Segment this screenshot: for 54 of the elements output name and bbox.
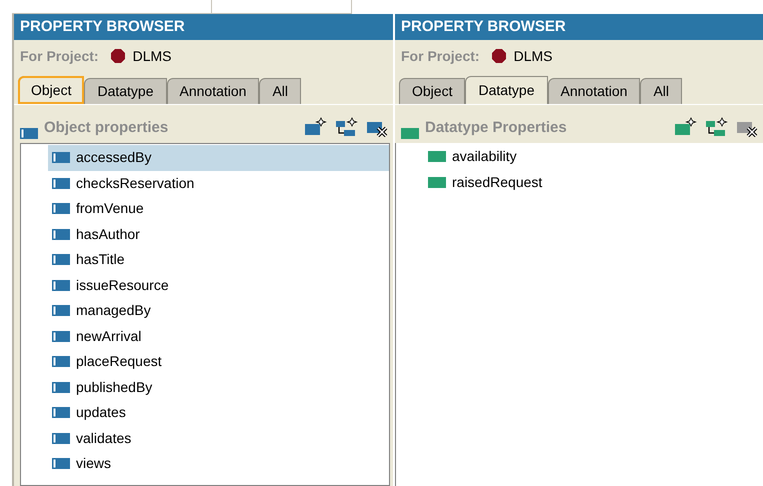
panel-title: PROPERTY BROWSER	[14, 14, 393, 40]
project-label: For Project:	[401, 46, 480, 66]
property-icon	[52, 458, 70, 470]
property-item[interactable]: managedBy	[48, 298, 389, 324]
tab[interactable]: Datatype	[465, 76, 548, 104]
property-item[interactable]: newArrival	[48, 324, 389, 349]
property-item[interactable]: updates	[48, 400, 389, 426]
property-item[interactable]: views	[48, 451, 389, 476]
project-name: DLMS	[514, 46, 552, 66]
tab[interactable]: Object	[18, 76, 84, 104]
property-icon	[52, 203, 70, 214]
property-icon	[52, 254, 70, 266]
panel-title: PROPERTY BROWSER	[395, 14, 763, 40]
property-item[interactable]: raisedRequest	[424, 170, 664, 195]
project-name: DLMS	[132, 46, 172, 66]
create-property-button[interactable]	[674, 117, 697, 137]
property-icon	[52, 407, 70, 418]
tab[interactable]: All	[640, 78, 682, 104]
property-item[interactable]: validates	[48, 426, 389, 451]
property-icon	[52, 178, 70, 189]
property-icon	[52, 432, 70, 444]
property-item[interactable]: publishedBy	[48, 374, 389, 400]
property-item[interactable]: checksReservation	[48, 170, 389, 196]
section-title: Datatype Properties	[425, 118, 567, 138]
section-icon	[20, 128, 38, 139]
property-item[interactable]: fromVenue	[48, 196, 389, 222]
tab[interactable]: Object	[399, 78, 466, 104]
tab[interactable]: Datatype	[84, 78, 167, 104]
property-item[interactable]: hasAuthor	[48, 222, 389, 247]
property-item[interactable]: placeRequest	[48, 349, 389, 374]
project-icon	[492, 49, 506, 63]
property-item[interactable]: hasTitle	[48, 247, 389, 272]
property-item[interactable]: issueResource	[48, 272, 389, 298]
create-subproperty-button[interactable]	[335, 117, 358, 137]
property-icon	[428, 176, 446, 188]
section-icon	[401, 128, 419, 139]
tab[interactable]: All	[259, 78, 302, 104]
property-icon	[52, 356, 70, 368]
create-subproperty-button[interactable]	[705, 117, 728, 137]
property-icon	[52, 382, 70, 393]
project-icon	[110, 49, 125, 63]
property-icon	[52, 228, 70, 240]
property-icon	[52, 305, 70, 316]
create-property-button[interactable]	[304, 117, 327, 137]
property-item[interactable]: accessedBy	[48, 145, 389, 170]
tab[interactable]: Annotation	[166, 78, 260, 104]
property-icon	[52, 280, 70, 291]
section-title: Object properties	[44, 118, 168, 138]
property-icon	[428, 151, 446, 162]
property-item[interactable]: availability	[424, 144, 664, 170]
property-icon	[52, 152, 70, 164]
project-label: For Project:	[20, 46, 99, 66]
property-icon	[52, 330, 70, 342]
tab[interactable]: Annotation	[548, 78, 640, 104]
